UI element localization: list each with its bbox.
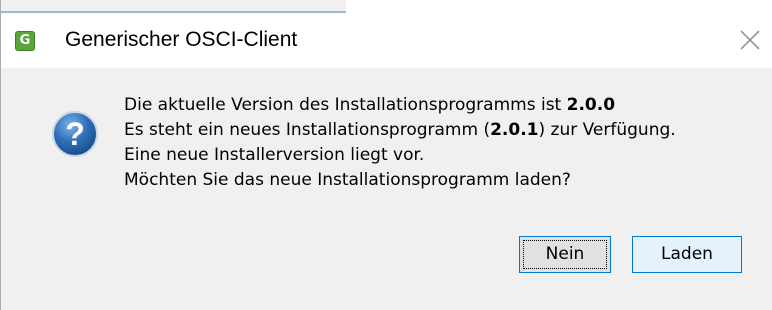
message-line2-suffix: ) zur Verfügung. [538, 120, 676, 140]
load-button-label: Laden [661, 244, 713, 264]
title-bar-accent-right [346, 0, 772, 13]
no-button-label: Nein [545, 244, 585, 264]
installer-update-dialog: G Generischer OSCI-Client ? Die aktuelle [0, 0, 772, 310]
new-version: 2.0.1 [490, 120, 539, 140]
message-line-current-version: Die aktuelle Version des Installationspr… [124, 93, 676, 118]
app-logo-icon: G [15, 31, 35, 51]
title-bar-accent [1, 0, 346, 13]
message-text: Die aktuelle Version des Installationspr… [124, 93, 676, 193]
title-bar[interactable]: G Generischer OSCI-Client [1, 0, 772, 68]
app-logo-letter: G [19, 33, 31, 48]
load-button[interactable]: Laden [632, 236, 742, 273]
message-line2-prefix: Es steht ein neues Installationsprogramm… [124, 120, 491, 140]
message-line-new-version: Es steht ein neues Installationsprogramm… [124, 118, 676, 143]
no-button[interactable]: Nein [519, 236, 611, 273]
window-title: Generischer OSCI-Client [65, 28, 298, 51]
question-icon: ? [51, 110, 99, 158]
message-line-question: Möchten Sie das neue Installationsprogra… [124, 170, 571, 190]
close-icon[interactable] [737, 27, 763, 53]
svg-text:?: ? [65, 116, 85, 152]
message-line1-text: Die aktuelle Version des Installationspr… [124, 95, 567, 115]
message-line-installer-available: Eine neue Installerversion liegt vor. [124, 145, 425, 165]
current-version: 2.0.0 [566, 95, 616, 115]
